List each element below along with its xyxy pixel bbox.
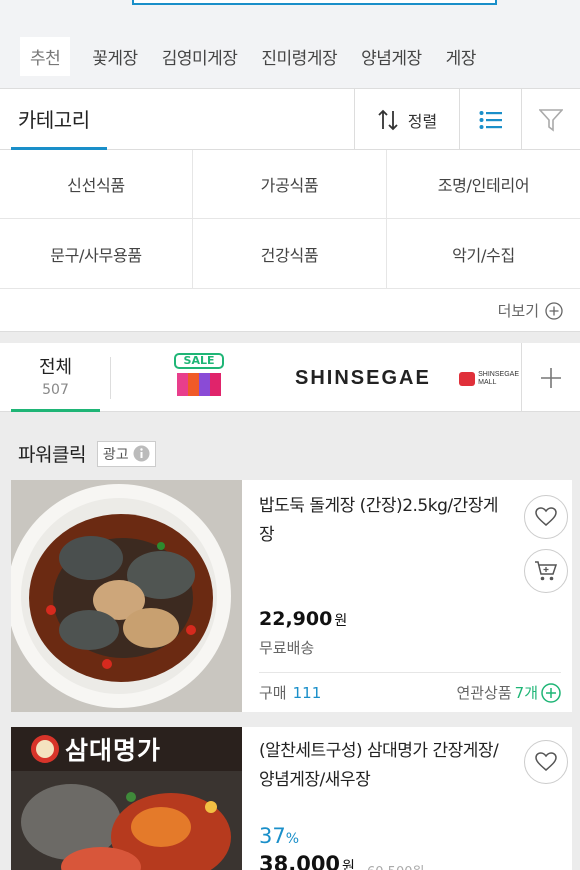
sort-label: 정렬	[407, 111, 438, 131]
ssg-logo-text: SHINSEGAE MALL	[478, 371, 519, 386]
purchase-label: 구매	[259, 684, 287, 702]
purchase-count: 구매 111	[259, 682, 321, 703]
more-malls-button[interactable]	[521, 343, 580, 412]
category-tab[interactable]: 카테고리	[11, 89, 107, 150]
mall-tab-sale[interactable]: SALE	[172, 353, 226, 401]
product-image[interactable]: 삼대명가	[11, 727, 242, 870]
product-title[interactable]: 밥도둑 돌게장 (간장)2.5kg/간장게장	[259, 492, 504, 550]
keyword-chip[interactable]: 추천	[20, 36, 71, 76]
category-grid: 신선식품 가공식품 조명/인테리어 문구/사무용품 건강식품 악기/수집	[0, 150, 580, 290]
more-button[interactable]: 더보기	[0, 290, 580, 332]
related-keywords: 추천 꽃게장 김영미게장 진미령게장 양념게장 게장	[0, 24, 580, 88]
original-price: 60,500원	[367, 861, 424, 870]
tab-all-count: 507	[42, 382, 69, 398]
wishlist-button[interactable]	[524, 495, 568, 539]
keyword-chip[interactable]: 김영미게장	[162, 44, 238, 69]
list-icon	[479, 110, 502, 129]
tab-all-label: 전체	[38, 357, 73, 378]
related-products-button[interactable]: 연관상품 7개	[456, 682, 561, 703]
sort-button[interactable]: 정렬	[354, 89, 459, 150]
category-item[interactable]: 조명/인테리어	[387, 150, 580, 219]
mall-tab-ssg[interactable]: SHINSEGAE MALL	[459, 367, 519, 391]
plus-icon	[541, 367, 561, 388]
product-card[interactable]: 밥도둑 돌게장 (간장)2.5kg/간장게장 22,900 원 무료배송 구매 11…	[11, 480, 572, 712]
plus-circle-icon	[545, 301, 563, 320]
cart-button[interactable]	[524, 549, 568, 593]
sort-icon	[378, 109, 398, 130]
heart-icon	[535, 507, 557, 526]
search-input[interactable]	[132, 0, 497, 5]
section-title: 파워클릭	[18, 444, 86, 466]
filter-icon	[539, 108, 563, 132]
category-item[interactable]: 문구/사무용품	[0, 219, 193, 289]
top-bar	[0, 0, 580, 24]
keyword-chip[interactable]: 꽃게장	[92, 44, 138, 69]
price-unit: 원	[342, 859, 355, 870]
category-header: 카테고리 정렬	[0, 88, 580, 150]
keyword-chip[interactable]: 게장	[446, 44, 477, 69]
discount-unit: %	[285, 831, 300, 847]
ssg-logo-icon	[459, 372, 476, 386]
product-footer: 구매 111 연관상품 7개	[259, 672, 561, 712]
related-label: 연관상품	[456, 684, 512, 702]
product-title[interactable]: (알찬세트구성) 삼대명가 간장게장/양념게장/새우장	[259, 737, 504, 795]
product-image[interactable]	[11, 480, 242, 712]
related-count: 7개	[514, 684, 538, 702]
keyword-chip[interactable]: 양념게장	[361, 44, 422, 69]
product-banner-text: 삼대명가	[65, 736, 162, 765]
mall-tab-shinsegae[interactable]: SHINSEGAE	[295, 367, 431, 390]
price-unit: 원	[334, 613, 348, 629]
product-price: 22,900 원	[259, 608, 347, 630]
category-item[interactable]: 건강식품	[193, 219, 387, 289]
price-value: 22,900	[259, 608, 333, 630]
product-price: 38,000 원	[259, 852, 355, 870]
product-info: 밥도둑 돌게장 (간장)2.5kg/간장게장 22,900 원 무료배송 구매 11…	[259, 480, 572, 712]
category-item[interactable]: 악기/수집	[387, 219, 580, 289]
tab-all[interactable]: 전체 507	[11, 343, 100, 412]
sale-badge: SALE	[174, 353, 224, 369]
plus-circle-icon	[541, 682, 561, 703]
tab-divider	[110, 357, 111, 399]
cart-icon	[535, 561, 558, 581]
category-item[interactable]: 신선식품	[0, 150, 193, 219]
price-value: 38,000	[259, 852, 341, 870]
product-info: (알찬세트구성) 삼대명가 간장게장/양념게장/새우장 37% 38,000 원 …	[259, 727, 572, 870]
more-label: 더보기	[497, 302, 539, 320]
shipping-info: 무료배송	[259, 639, 315, 657]
product-card[interactable]: 삼대명가 (알찬세트구성) 삼대명가 간장게장/양념게장/새우장 37% 38,…	[11, 727, 572, 870]
info-icon	[133, 445, 150, 462]
ad-info-button[interactable]: 광고	[96, 440, 156, 467]
power-click-header: 파워클릭 광고	[18, 440, 156, 467]
keyword-chip[interactable]: 진미령게장	[261, 44, 337, 69]
heart-icon	[535, 752, 557, 771]
ad-label: 광고	[102, 446, 129, 463]
filter-button[interactable]	[521, 89, 580, 150]
mall-tabs: 전체 507 SALE SHINSEGAE SHINSEGAE MALL	[0, 343, 580, 412]
sale-logo-icon	[177, 373, 226, 396]
list-view-button[interactable]	[459, 89, 521, 150]
wishlist-button[interactable]	[524, 740, 568, 784]
discount-value: 37	[259, 824, 286, 848]
purchase-number: 111	[292, 684, 322, 702]
discount-rate: 37%	[259, 824, 299, 848]
category-item[interactable]: 가공식품	[193, 150, 387, 219]
